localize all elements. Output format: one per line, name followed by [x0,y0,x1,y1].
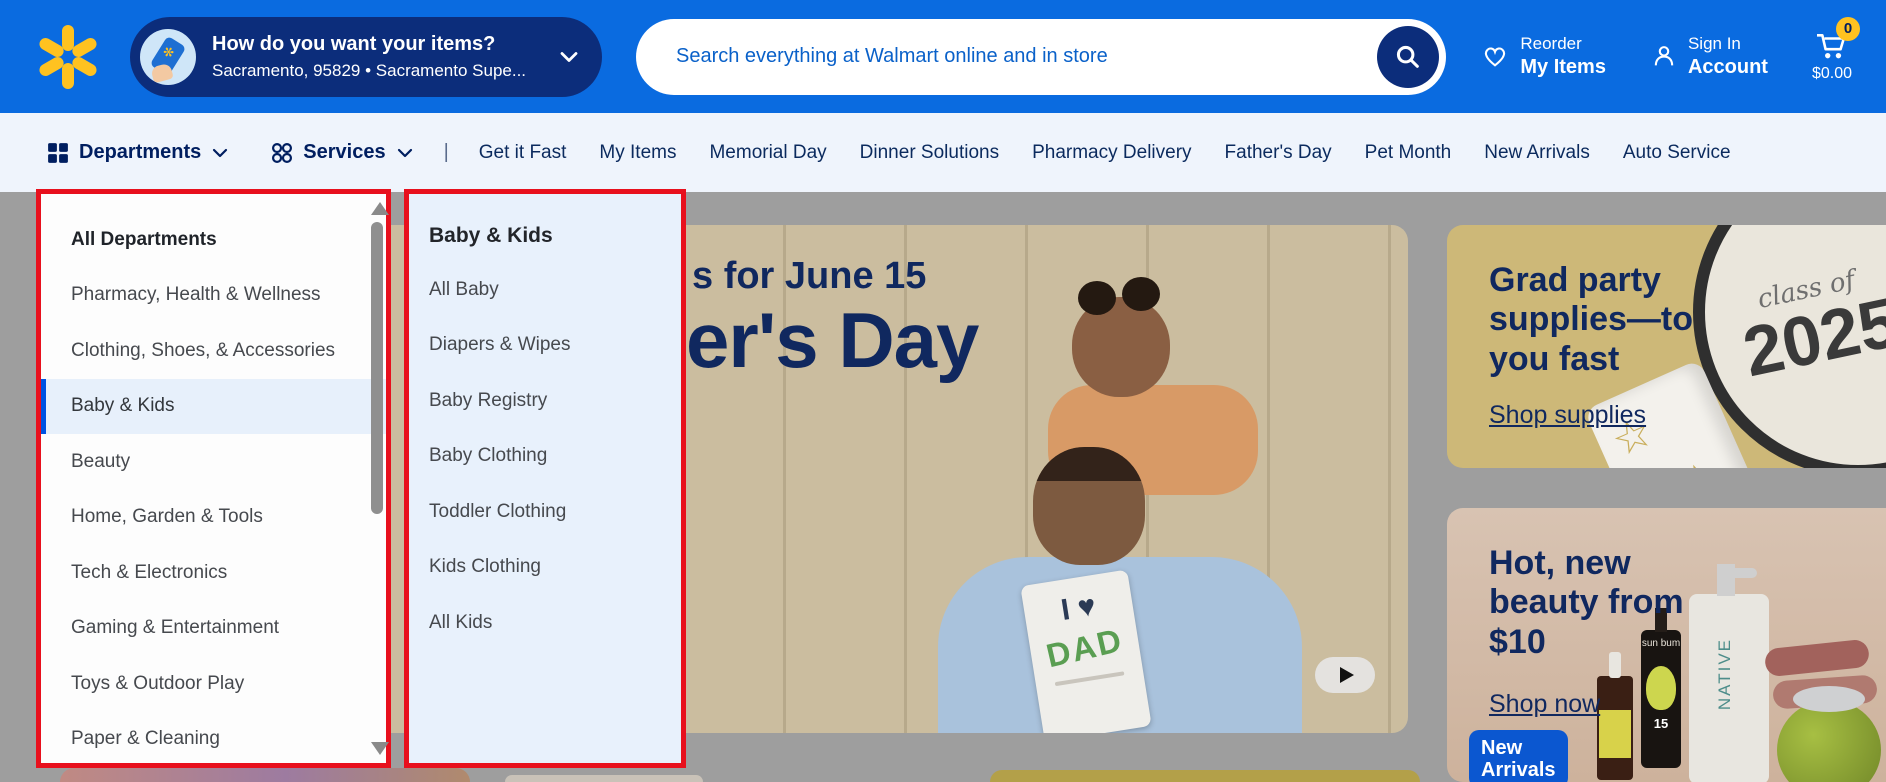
departments-item-paper-cleaning[interactable]: Paper & Cleaning [41,712,386,768]
carousel-play-button[interactable] [1315,657,1375,693]
nav-link-my-items[interactable]: My Items [599,142,676,164]
shop-supplies-link[interactable]: Shop supplies [1489,401,1646,430]
nav-link-new-arrivals[interactable]: New Arrivals [1484,142,1590,164]
submenu-list: All BabyDiapers & WipesBaby RegistryBaby… [409,248,681,651]
services-label: Services [303,141,385,164]
submenu-item-diapers-wipes[interactable]: Diapers & Wipes [409,318,681,374]
submenu-item-all-kids[interactable]: All Kids [409,595,681,651]
serum-bottle-image [1597,676,1633,780]
nav-link-pet-month[interactable]: Pet Month [1365,142,1452,164]
shop-now-link[interactable]: Shop now [1489,690,1600,719]
services-grid-icon [271,142,293,164]
pickup-illustration-icon [140,29,196,85]
cart-button[interactable]: 0 $0.00 [1812,31,1852,83]
hero-title-fragment: er's Day [686,295,978,386]
sign-in-account[interactable]: Sign In Account [1650,34,1768,78]
departments-item-pharmacy-health-wellness[interactable]: Pharmacy, Health & Wellness [41,268,386,324]
chevron-down-icon [396,147,414,159]
departments-item-all-departments[interactable]: All Departments [41,212,386,268]
nav-divider: | [444,141,449,164]
grad-promo-title: Grad party supplies—to you fast [1489,261,1739,379]
departments-item-clothing-shoes-accessories[interactable]: Clothing, Shoes, & Accessories [41,323,386,379]
scroll-up-icon[interactable] [371,202,389,215]
departments-item-beauty[interactable]: Beauty [41,434,386,490]
departments-item-gaming-entertainment[interactable]: Gaming & Entertainment [41,601,386,657]
person-icon [1650,42,1678,70]
departments-item-toys-outdoor-play[interactable]: Toys & Outdoor Play [41,656,386,712]
header: How do you want your items? Sacramento, … [0,0,1886,113]
bottom-card-sliver [505,775,703,782]
submenu-item-baby-registry[interactable]: Baby Registry [409,373,681,429]
departments-scrollbar[interactable] [371,222,383,514]
new-arrivals-badge: NewArrivals [1469,730,1568,782]
beauty-promo-title: Hot, new beauty from $10 [1489,544,1739,662]
services-menu-button[interactable]: Services [271,141,413,164]
departments-label: Departments [79,141,201,164]
departments-item-tech-electronics[interactable]: Tech & Electronics [41,545,386,601]
perfume-bottle-image [1777,700,1881,782]
search-icon [1394,43,1422,71]
bottom-card-sliver [60,768,470,782]
secondary-nav: Departments Services | Get it Fast My Ite… [0,113,1886,192]
cart-count-badge: 0 [1836,17,1860,41]
nav-link-dinner-solutions[interactable]: Dinner Solutions [860,142,999,164]
annotation-box-baby-kids-submenu: Baby & Kids All BabyDiapers & WipesBaby … [404,189,686,768]
fulfillment-title: How do you want your items? [212,32,558,57]
chevron-down-icon [558,50,580,64]
annotation-box-departments-menu: All DepartmentsPharmacy, Health & Wellne… [36,189,391,768]
beauty-promo-card[interactable]: sun bum 15 NATIVE SKIN Hot, new beauty f… [1447,508,1886,782]
nav-link-memorial-day[interactable]: Memorial Day [709,142,826,164]
search-bar [636,19,1446,95]
nav-link-father-s-day[interactable]: Father's Day [1225,142,1332,164]
submenu-item-toddler-clothing[interactable]: Toddler Clothing [409,484,681,540]
submenu-item-kids-clothing[interactable]: Kids Clothing [409,540,681,596]
sign-in-label: Sign In [1688,34,1768,54]
reorder-label: Reorder [1520,34,1606,54]
nav-link-get-it-fast[interactable]: Get it Fast [479,142,567,164]
departments-list: All DepartmentsPharmacy, Health & Wellne… [41,194,386,767]
departments-menu-button[interactable]: Departments [47,141,229,164]
hero-subtitle-fragment: s for June 15 [692,255,926,298]
reorder-my-items[interactable]: Reorder My Items [1480,34,1606,78]
search-submit-button[interactable] [1377,26,1439,88]
scroll-down-icon[interactable] [371,742,389,755]
account-label: Account [1688,55,1768,79]
submenu-item-all-baby[interactable]: All Baby [409,262,681,318]
nav-link-auto-service[interactable]: Auto Service [1623,142,1731,164]
makeup-stick-image [1764,639,1870,678]
walmart-logo-spark-icon[interactable] [36,25,100,89]
play-icon [1340,667,1354,683]
heart-icon [1480,42,1510,70]
search-input[interactable] [636,19,1446,95]
submenu-title: Baby & Kids [409,194,681,248]
cart-total: $0.00 [1812,65,1852,83]
bottom-card-sliver [990,770,1420,782]
fulfillment-location-text: Sacramento, 95829 • Sacramento Supe... [212,60,558,81]
nav-link-pharmacy-delivery[interactable]: Pharmacy Delivery [1032,142,1191,164]
my-items-label: My Items [1520,55,1606,79]
nav-links: Get it Fast My Items Memorial Day Dinner So… [479,142,1731,164]
fulfillment-location-picker[interactable]: How do you want your items? Sacramento, … [130,17,602,97]
submenu-item-baby-clothing[interactable]: Baby Clothing [409,429,681,485]
departments-item-home-garden-tools[interactable]: Home, Garden & Tools [41,490,386,546]
grad-party-promo-card[interactable]: class of 2025 ☆ ☆ Grad party supplies—to… [1447,225,1886,468]
departments-item-baby-kids[interactable]: Baby & Kids [41,379,386,435]
departments-grid-icon [47,142,69,164]
chevron-down-icon [211,147,229,159]
walmart-homepage: { "colors": { "header_blue": "#0a6be0", … [0,0,1886,782]
